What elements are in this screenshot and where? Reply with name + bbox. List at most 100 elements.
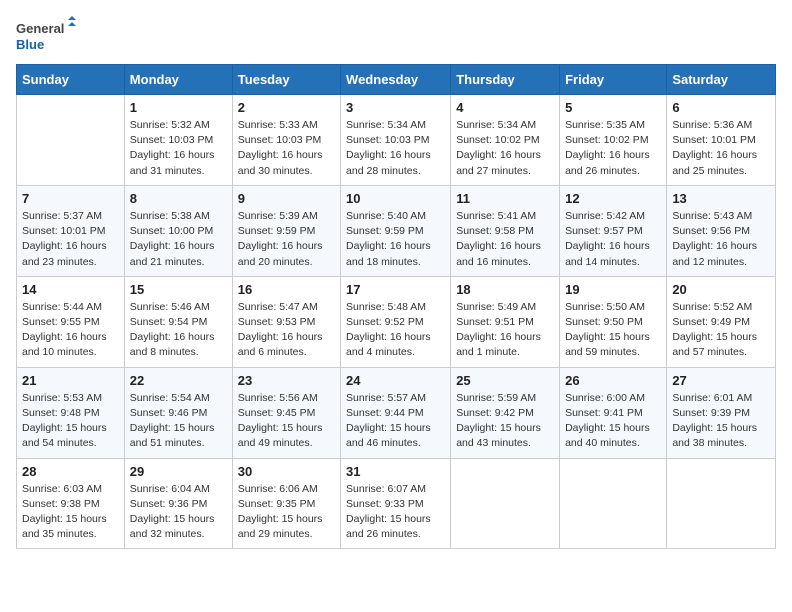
header-tuesday: Tuesday xyxy=(232,65,340,95)
day-info: Sunrise: 5:38 AMSunset: 10:00 PMDaylight… xyxy=(130,209,227,270)
day-number: 29 xyxy=(130,464,227,479)
logo-svg: General Blue xyxy=(16,16,76,56)
header-thursday: Thursday xyxy=(451,65,560,95)
day-cell: 25 Sunrise: 5:59 AMSunset: 9:42 PMDayligh… xyxy=(451,367,560,458)
day-number: 3 xyxy=(346,100,445,115)
day-cell: 14 Sunrise: 5:44 AMSunset: 9:55 PMDayligh… xyxy=(17,276,125,367)
day-number: 14 xyxy=(22,282,119,297)
day-number: 7 xyxy=(22,191,119,206)
day-cell: 22 Sunrise: 5:54 AMSunset: 9:46 PMDayligh… xyxy=(124,367,232,458)
day-number: 12 xyxy=(565,191,661,206)
day-cell: 12 Sunrise: 5:42 AMSunset: 9:57 PMDayligh… xyxy=(560,185,667,276)
day-cell: 19Sunrise: 5:50 AMSunset: 9:50 PMDayligh… xyxy=(560,276,667,367)
day-info: Sunrise: 5:42 AMSunset: 9:57 PMDaylight:… xyxy=(565,209,661,270)
week-row-4: 21 Sunrise: 5:53 AMSunset: 9:48 PMDayligh… xyxy=(17,367,776,458)
day-info: Sunrise: 5:43 AMSunset: 9:56 PMDaylight:… xyxy=(672,209,770,270)
day-cell: 20 Sunrise: 5:52 AMSunset: 9:49 PMDayligh… xyxy=(667,276,776,367)
day-number: 17 xyxy=(346,282,445,297)
day-info: Sunrise: 5:34 AMSunset: 10:03 PMDaylight… xyxy=(346,118,445,179)
day-info: Sunrise: 5:59 AMSunset: 9:42 PMDaylight:… xyxy=(456,391,554,452)
day-number: 10 xyxy=(346,191,445,206)
logo: General Blue xyxy=(16,16,76,56)
day-number: 23 xyxy=(238,373,335,388)
week-row-5: 28 Sunrise: 6:03 AMSunset: 9:38 PMDayligh… xyxy=(17,458,776,549)
day-info: Sunrise: 5:57 AMSunset: 9:44 PMDaylight:… xyxy=(346,391,445,452)
day-info: Sunrise: 6:00 AMSunset: 9:41 PMDaylight:… xyxy=(565,391,661,452)
day-number: 28 xyxy=(22,464,119,479)
svg-text:General: General xyxy=(16,21,64,36)
day-cell xyxy=(17,95,125,186)
header-monday: Monday xyxy=(124,65,232,95)
day-cell: 18 Sunrise: 5:49 AMSunset: 9:51 PMDayligh… xyxy=(451,276,560,367)
day-info: Sunrise: 6:04 AMSunset: 9:36 PMDaylight:… xyxy=(130,482,227,543)
day-cell: 23 Sunrise: 5:56 AMSunset: 9:45 PMDayligh… xyxy=(232,367,340,458)
day-info: Sunrise: 5:35 AMSunset: 10:02 PMDaylight… xyxy=(565,118,661,179)
day-cell: 27Sunrise: 6:01 AMSunset: 9:39 PMDayligh… xyxy=(667,367,776,458)
day-cell: 26 Sunrise: 6:00 AMSunset: 9:41 PMDayligh… xyxy=(560,367,667,458)
day-info: Sunrise: 5:48 AMSunset: 9:52 PMDaylight:… xyxy=(346,300,445,361)
header-wednesday: Wednesday xyxy=(341,65,451,95)
day-info: Sunrise: 5:54 AMSunset: 9:46 PMDaylight:… xyxy=(130,391,227,452)
day-info: Sunrise: 5:56 AMSunset: 9:45 PMDaylight:… xyxy=(238,391,335,452)
day-number: 4 xyxy=(456,100,554,115)
day-cell: 30 Sunrise: 6:06 AMSunset: 9:35 PMDayligh… xyxy=(232,458,340,549)
header-friday: Friday xyxy=(560,65,667,95)
day-info: Sunrise: 5:32 AMSunset: 10:03 PMDaylight… xyxy=(130,118,227,179)
header-saturday: Saturday xyxy=(667,65,776,95)
day-info: Sunrise: 5:47 AMSunset: 9:53 PMDaylight:… xyxy=(238,300,335,361)
day-cell: 9 Sunrise: 5:39 AMSunset: 9:59 PMDaylight… xyxy=(232,185,340,276)
day-cell: 10 Sunrise: 5:40 AMSunset: 9:59 PMDayligh… xyxy=(341,185,451,276)
day-cell: 3 Sunrise: 5:34 AMSunset: 10:03 PMDayligh… xyxy=(341,95,451,186)
day-number: 25 xyxy=(456,373,554,388)
day-info: Sunrise: 5:41 AMSunset: 9:58 PMDaylight:… xyxy=(456,209,554,270)
day-number: 26 xyxy=(565,373,661,388)
week-row-3: 14 Sunrise: 5:44 AMSunset: 9:55 PMDayligh… xyxy=(17,276,776,367)
day-cell: 16 Sunrise: 5:47 AMSunset: 9:53 PMDayligh… xyxy=(232,276,340,367)
day-info: Sunrise: 5:44 AMSunset: 9:55 PMDaylight:… xyxy=(22,300,119,361)
day-info: Sunrise: 5:34 AMSunset: 10:02 PMDaylight… xyxy=(456,118,554,179)
day-info: Sunrise: 5:46 AMSunset: 9:54 PMDaylight:… xyxy=(130,300,227,361)
day-number: 16 xyxy=(238,282,335,297)
day-number: 9 xyxy=(238,191,335,206)
day-number: 11 xyxy=(456,191,554,206)
day-cell xyxy=(451,458,560,549)
svg-text:Blue: Blue xyxy=(16,37,44,52)
day-cell: 21 Sunrise: 5:53 AMSunset: 9:48 PMDayligh… xyxy=(17,367,125,458)
day-info: Sunrise: 5:53 AMSunset: 9:48 PMDaylight:… xyxy=(22,391,119,452)
day-info: Sunrise: 5:40 AMSunset: 9:59 PMDaylight:… xyxy=(346,209,445,270)
day-info: Sunrise: 5:39 AMSunset: 9:59 PMDaylight:… xyxy=(238,209,335,270)
day-cell: 24 Sunrise: 5:57 AMSunset: 9:44 PMDayligh… xyxy=(341,367,451,458)
day-cell: 5 Sunrise: 5:35 AMSunset: 10:02 PMDayligh… xyxy=(560,95,667,186)
day-cell: 6 Sunrise: 5:36 AMSunset: 10:01 PMDayligh… xyxy=(667,95,776,186)
day-cell: 11 Sunrise: 5:41 AMSunset: 9:58 PMDayligh… xyxy=(451,185,560,276)
day-info: Sunrise: 6:03 AMSunset: 9:38 PMDaylight:… xyxy=(22,482,119,543)
day-cell: 2Sunrise: 5:33 AMSunset: 10:03 PMDayligh… xyxy=(232,95,340,186)
day-number: 18 xyxy=(456,282,554,297)
day-number: 30 xyxy=(238,464,335,479)
day-cell xyxy=(560,458,667,549)
day-cell: 7 Sunrise: 5:37 AMSunset: 10:01 PMDayligh… xyxy=(17,185,125,276)
day-info: Sunrise: 5:37 AMSunset: 10:01 PMDaylight… xyxy=(22,209,119,270)
day-info: Sunrise: 5:36 AMSunset: 10:01 PMDaylight… xyxy=(672,118,770,179)
day-cell: 29 Sunrise: 6:04 AMSunset: 9:36 PMDayligh… xyxy=(124,458,232,549)
day-number: 6 xyxy=(672,100,770,115)
day-number: 20 xyxy=(672,282,770,297)
day-cell: 1 Sunrise: 5:32 AMSunset: 10:03 PMDayligh… xyxy=(124,95,232,186)
day-info: Sunrise: 5:52 AMSunset: 9:49 PMDaylight:… xyxy=(672,300,770,361)
day-number: 22 xyxy=(130,373,227,388)
day-number: 15 xyxy=(130,282,227,297)
day-number: 5 xyxy=(565,100,661,115)
day-cell xyxy=(667,458,776,549)
week-row-2: 7 Sunrise: 5:37 AMSunset: 10:01 PMDayligh… xyxy=(17,185,776,276)
day-number: 8 xyxy=(130,191,227,206)
day-cell: 31Sunrise: 6:07 AMSunset: 9:33 PMDayligh… xyxy=(341,458,451,549)
calendar-table: SundayMondayTuesdayWednesdayThursdayFrid… xyxy=(16,64,776,549)
day-number: 1 xyxy=(130,100,227,115)
day-info: Sunrise: 5:49 AMSunset: 9:51 PMDaylight:… xyxy=(456,300,554,361)
day-cell: 4 Sunrise: 5:34 AMSunset: 10:02 PMDayligh… xyxy=(451,95,560,186)
day-number: 24 xyxy=(346,373,445,388)
day-info: Sunrise: 6:07 AMSunset: 9:33 PMDaylight:… xyxy=(346,482,445,543)
day-info: Sunrise: 6:06 AMSunset: 9:35 PMDaylight:… xyxy=(238,482,335,543)
day-number: 19 xyxy=(565,282,661,297)
day-number: 21 xyxy=(22,373,119,388)
